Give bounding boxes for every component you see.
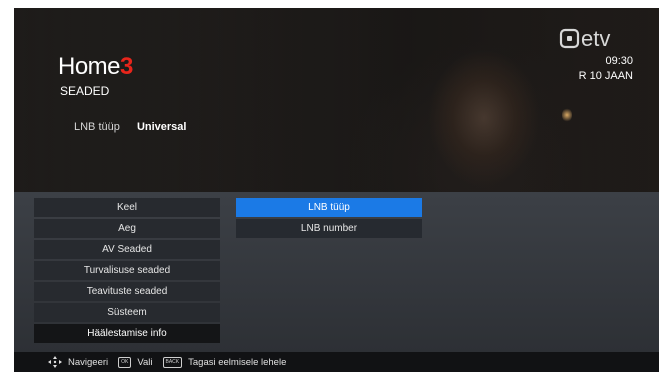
- footer-hints: Navigeeri OK Vali BACK Tagasi eelmisele …: [14, 352, 659, 372]
- clock-time: 09:30: [605, 55, 633, 67]
- navigate-dpad-icon: [48, 356, 62, 368]
- menu-item-keel[interactable]: Keel: [34, 198, 220, 217]
- menu-item-turvalisuse-seaded[interactable]: Turvalisuse seaded: [34, 261, 220, 280]
- settings-submenu: LNB tüüp LNB number: [236, 198, 422, 240]
- info-value: Universal: [136, 121, 187, 133]
- clock: 09:30 R 10 JAAN: [579, 54, 633, 84]
- submenu-item-lnb-tyyp[interactable]: LNB tüüp: [236, 198, 422, 217]
- ok-key-icon: OK: [118, 356, 132, 368]
- navigate-hint: Navigeeri: [68, 356, 109, 368]
- home3-logo: Home3: [58, 53, 133, 81]
- page-title: SEADED: [60, 84, 110, 98]
- channel-name: etv: [581, 26, 610, 51]
- clock-date: R 10 JAAN: [578, 70, 633, 82]
- select-hint: Vali: [137, 356, 153, 368]
- etv-channel-logo: etv: [559, 26, 610, 51]
- menu-item-haalestamise-info[interactable]: Häälestamise info: [34, 324, 220, 343]
- submenu-item-lnb-number[interactable]: LNB number: [236, 219, 422, 238]
- back-key-icon: BACK: [162, 356, 183, 368]
- logo-text: Home: [58, 53, 121, 80]
- menu-item-teavituste-seaded[interactable]: Teavituste seaded: [34, 282, 220, 301]
- lamp-light: [562, 108, 572, 122]
- info-row: LNB tüüp Universal: [74, 121, 186, 133]
- back-hint: Tagasi eelmisele lehele: [188, 356, 287, 368]
- menu-item-aeg[interactable]: Aeg: [34, 219, 220, 238]
- settings-menu: Keel Aeg AV Seaded Turvalisuse seaded Te…: [34, 198, 220, 345]
- menu-item-systeem[interactable]: Süsteem: [34, 303, 220, 322]
- info-label: LNB tüüp: [74, 121, 120, 133]
- menu-item-av-seaded[interactable]: AV Seaded: [34, 240, 220, 259]
- logo-number: 3: [120, 53, 133, 80]
